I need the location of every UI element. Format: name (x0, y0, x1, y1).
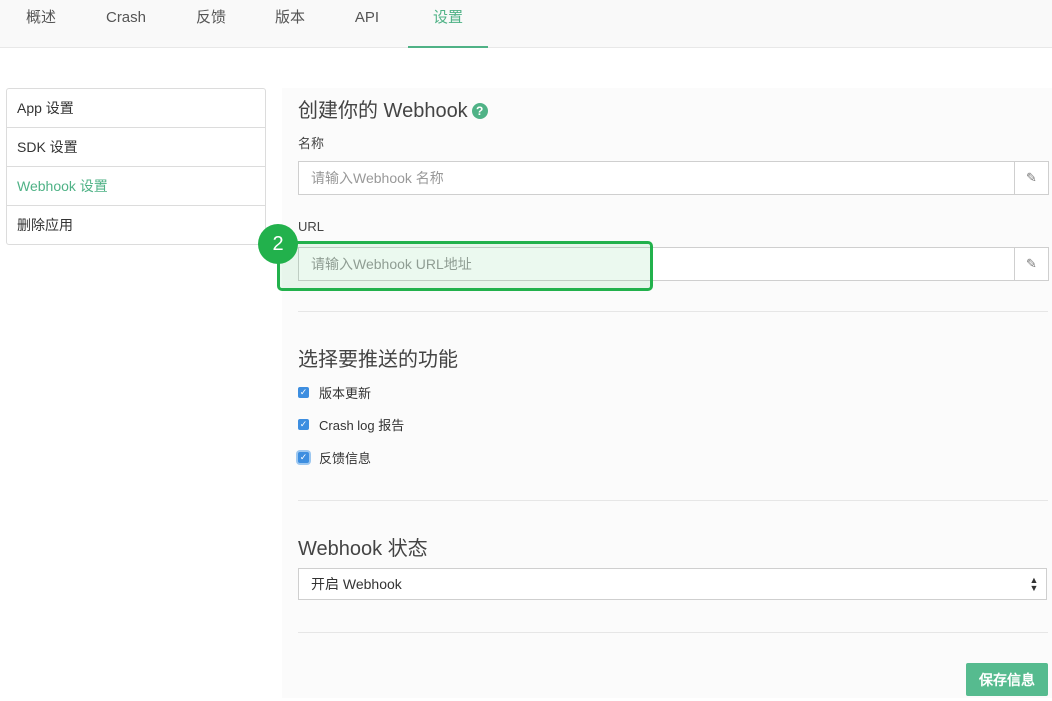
sidebar-item-sdk-settings[interactable]: SDK 设置 (7, 128, 265, 167)
checkbox-icon[interactable]: ✓ (298, 419, 309, 430)
select-value: 开启 Webhook (311, 576, 402, 592)
pencil-icon: ✎ (1014, 162, 1048, 194)
create-webhook-title: 创建你的 Webhook (298, 100, 468, 122)
webhook-status-select[interactable]: 开启 Webhook ▲ ▼ (298, 568, 1047, 600)
create-webhook-heading: 创建你的 Webhook? (298, 94, 488, 123)
push-features-heading: 选择要推送的功能 (298, 349, 458, 371)
divider (298, 311, 1048, 312)
option-feedback[interactable]: ✓ 反馈信息 (298, 448, 371, 467)
help-icon[interactable]: ? (471, 103, 488, 119)
option-label: 版本更新 (319, 386, 372, 401)
sidebar-item-webhook-settings[interactable]: Webhook 设置 (7, 167, 265, 206)
name-input-group: ✎ (298, 161, 1049, 195)
option-label: 反馈信息 (319, 451, 372, 466)
url-label: URL (298, 219, 325, 234)
checkbox-icon[interactable]: ✓ (298, 387, 309, 398)
sidebar-item-app-settings[interactable]: App 设置 (7, 89, 265, 128)
tab-versions[interactable]: 版本 (273, 0, 307, 47)
name-label: 名称 (298, 136, 325, 151)
divider (298, 500, 1048, 501)
tab-feedback[interactable]: 反馈 (194, 0, 228, 47)
webhook-name-input[interactable] (299, 162, 1014, 194)
step-number-badge: 2 (258, 224, 298, 264)
option-version-update[interactable]: ✓ 版本更新 (298, 383, 371, 402)
sidebar-item-delete-app[interactable]: 删除应用 (7, 206, 265, 244)
save-button[interactable]: 保存信息 (966, 663, 1048, 696)
pencil-icon: ✎ (1014, 248, 1048, 280)
select-arrows-icon: ▲ ▼ (1029, 575, 1039, 593)
checkbox-icon[interactable]: ✓ (298, 452, 309, 463)
tab-overview[interactable]: 概述 (24, 0, 58, 47)
webhook-settings-panel: 创建你的 Webhook? 名称 ✎ URL ✎ 选择要推送的功能 ✓ 版本更新… (282, 88, 1052, 698)
divider (298, 632, 1048, 633)
tab-api[interactable]: API (353, 0, 381, 47)
top-nav: 概述 Crash 反馈 版本 API 设置 (0, 0, 1052, 48)
settings-sidebar: App 设置 SDK 设置 Webhook 设置 删除应用 (6, 88, 266, 245)
option-crash-log[interactable]: ✓ Crash log 报告 (298, 415, 404, 434)
tab-crash[interactable]: Crash (104, 0, 148, 47)
tab-settings[interactable]: 设置 (408, 0, 488, 48)
option-label: Crash log 报告 (319, 418, 405, 433)
webhook-status-heading: Webhook 状态 (298, 538, 428, 560)
url-field-highlight (277, 241, 653, 291)
